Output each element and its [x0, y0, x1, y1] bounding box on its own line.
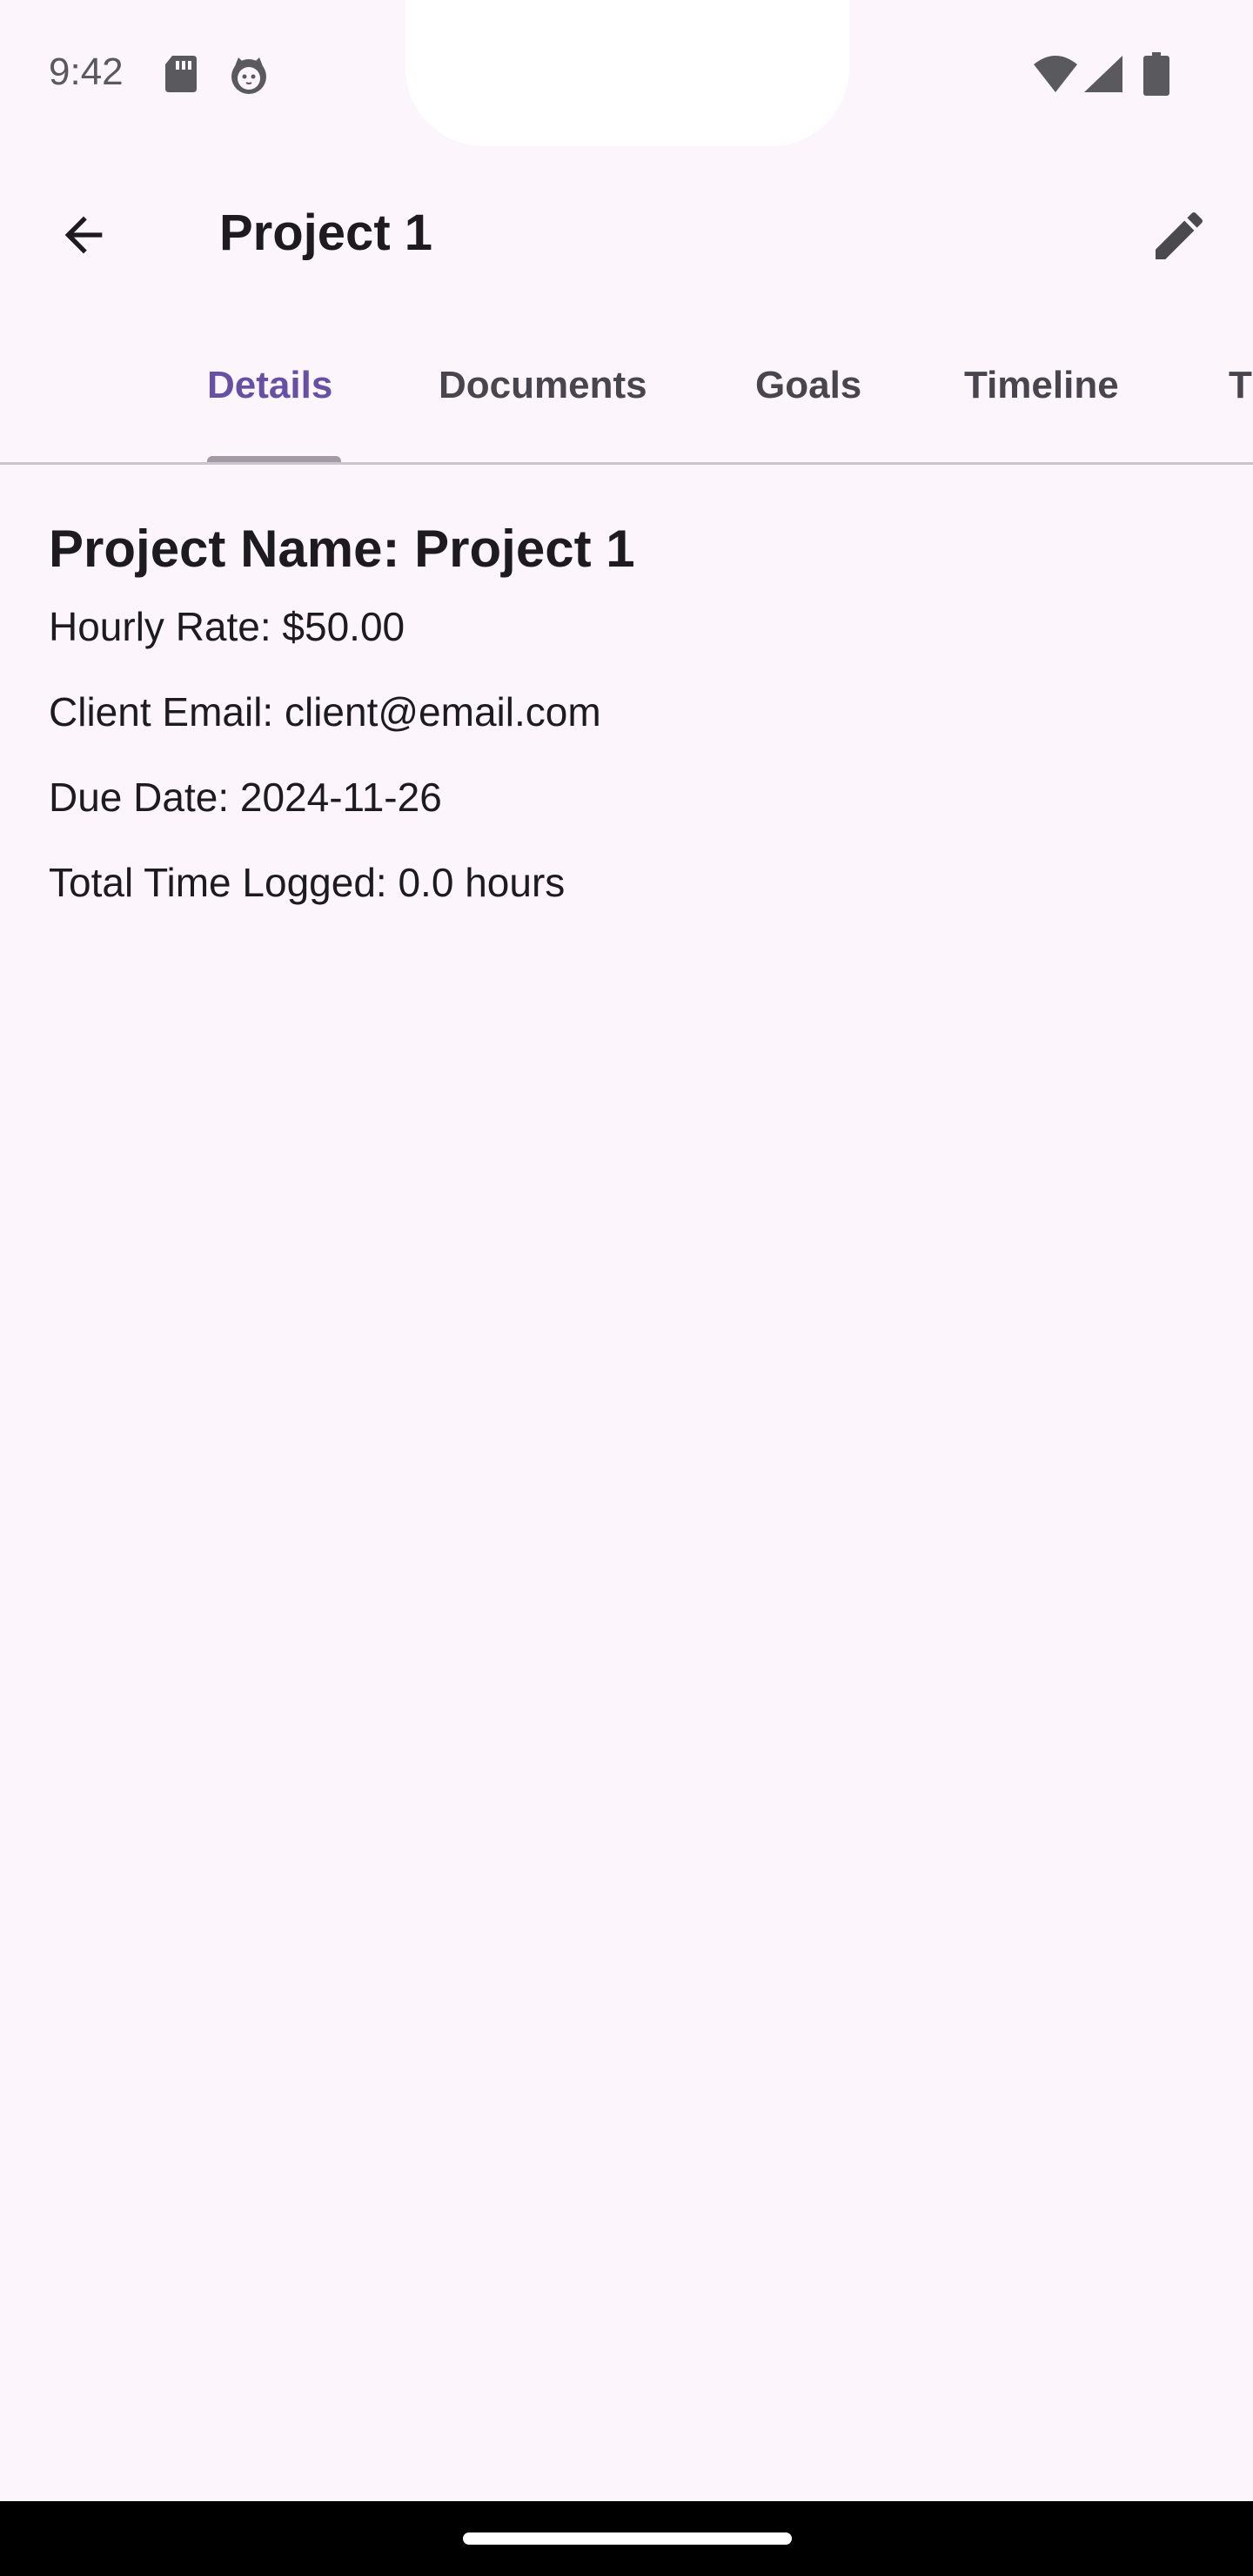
- app-bar: Project 1: [0, 174, 1253, 296]
- hourly-rate-text: Hourly Rate: $50.00: [49, 604, 405, 649]
- pencil-icon: [1156, 211, 1203, 259]
- status-time: 9:42: [49, 50, 124, 93]
- tab-details[interactable]: Details: [207, 364, 332, 407]
- project-name-heading: Project Name: Project 1: [49, 520, 635, 578]
- system-navigation-bar: [0, 2501, 1253, 2576]
- battery-icon: [1143, 52, 1169, 96]
- signal-icon: [1084, 56, 1122, 92]
- back-button[interactable]: [42, 197, 125, 273]
- due-date-text: Due Date: 2024-11-26: [49, 775, 442, 820]
- page-title: Project 1: [219, 205, 432, 261]
- home-indicator[interactable]: [463, 2532, 792, 2545]
- arrow-back-icon: [64, 216, 103, 254]
- tab-documents[interactable]: Documents: [439, 364, 647, 407]
- details-panel: Project Name: Project 1 Hourly Rate: $50…: [49, 519, 1206, 944]
- display-notch: [405, 0, 849, 146]
- tab-bar: Details Documents Goals Timeline T: [0, 334, 1253, 465]
- tab-timeline[interactable]: Timeline: [964, 364, 1119, 407]
- tab-overflow[interactable]: T: [1229, 364, 1252, 407]
- tab-goals[interactable]: Goals: [755, 364, 861, 407]
- status-bar: 9:42: [0, 0, 1253, 148]
- active-tab-indicator: [207, 456, 341, 462]
- cat-face-icon: [231, 57, 266, 94]
- project-detail-screen: 9:42 Project 1 Details Documents Goals T…: [0, 0, 1253, 2576]
- edit-button[interactable]: [1140, 197, 1218, 275]
- client-email-text: Client Email: client@email.com: [49, 689, 601, 735]
- total-time-text: Total Time Logged: 0.0 hours: [49, 860, 566, 905]
- wifi-icon: [1034, 56, 1077, 92]
- sd-card-icon: [165, 56, 197, 92]
